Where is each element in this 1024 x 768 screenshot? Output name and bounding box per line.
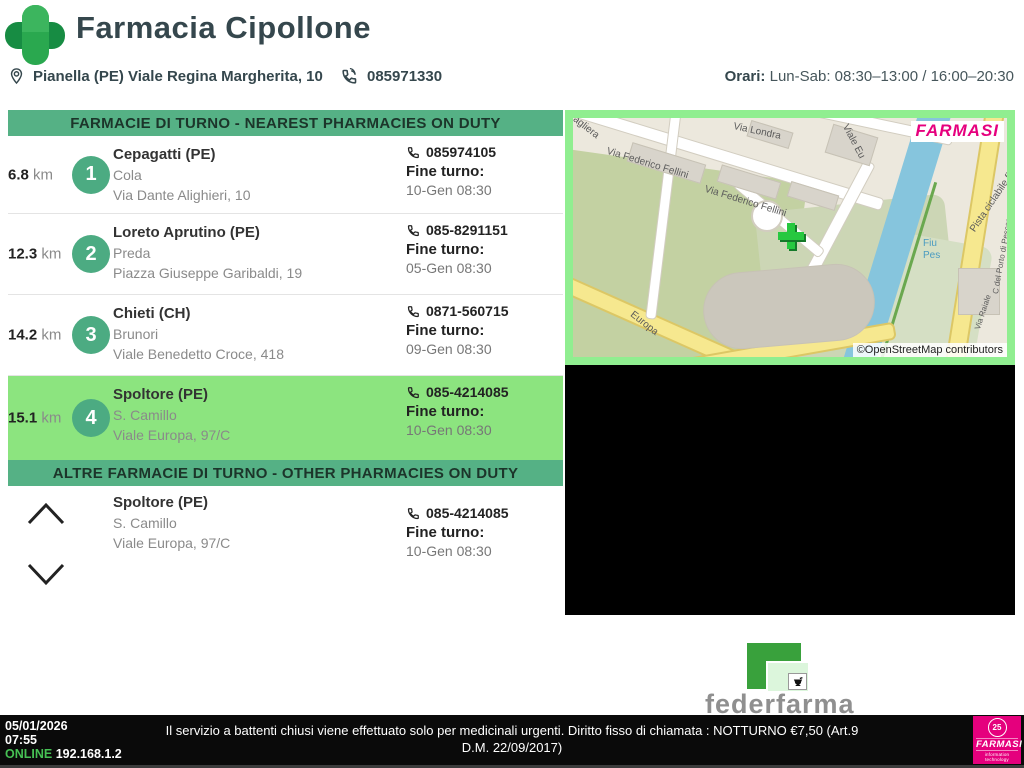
fine-turno-value: 05-Gen 08:30 [406,260,492,276]
fine-turno-value: 10-Gen 08:30 [406,543,492,559]
distance: 6.8 km [8,166,54,183]
pharmacy-phone: 085-4214085 [426,505,509,521]
pharmacy-info: Cepagatti (PE) Cola Via Dante Alighieri,… [113,145,251,205]
map-canvas: agliera Via Federico Fellini Via Federic… [573,118,1007,357]
fine-turno-label: Fine turno: [406,403,485,420]
pharmacy-phone: 085-4214085 [426,384,509,400]
map-panel: agliera Via Federico Fellini Via Federic… [565,110,1015,365]
pharmacy-contact: 0871-560715 Fine turno: 09-Gen 08:30 [406,302,509,359]
farmasi-wordmark: FARMASI [976,738,1023,751]
pharmacy-cross-logo [2,2,68,68]
pharmacy-address: Pianella (PE) Viale Regina Margherita, 1… [33,67,323,85]
distance: 14.2 km [8,326,62,344]
pharmacy-phone: 085974105 [426,144,497,160]
mortar-icon [788,673,807,690]
phone-icon [406,385,421,400]
pharmacy-name: Brunori [113,326,159,342]
phone-icon [406,145,421,160]
fine-turno-label: Fine turno: [406,322,485,339]
pharmacy-info: Loreto Aprutino (PE) Preda Piazza Giusep… [113,223,302,283]
pharmacy-phone: 085971330 [367,67,443,85]
pharmacy-row-3[interactable]: 14.2 km 3 Chieti (CH) Brunori Viale Bene… [8,295,563,376]
fine-turno-value: 10-Gen 08:30 [406,182,492,198]
rank-badge: 3 [72,316,110,354]
phone-icon [406,304,421,319]
pharmacy-contact: 085974105 Fine turno: 10-Gen 08:30 [406,143,496,200]
pharmacy-city: Spoltore (PE) [113,494,209,511]
distance: 15.1 km [8,409,62,427]
pharmacy-street: Viale Benedetto Croce, 418 [113,346,284,362]
nearest-banner: FARMACIE DI TURNO - NEAREST PHARMACIES O… [8,110,563,136]
farmasi-25-badge: 25 [987,718,1007,737]
pharmacy-street: Viale Europa, 97/C [113,427,231,443]
federfarma-logo: federfarma [705,641,935,720]
pharmacy-street: Viale Europa, 97/C [113,535,231,551]
pharmacy-marker-icon [778,223,804,249]
farmasi-footer-logo: 25 FARMASI information technology [973,716,1023,764]
pharmacy-phone: 0871-560715 [426,303,509,319]
distance: 12.3 km [8,245,62,263]
phone-icon [340,67,359,86]
pharmacy-info: Spoltore (PE) S. Camillo Viale Europa, 9… [113,385,230,445]
rank-badge: 2 [72,235,110,273]
farmasi-watermark: FARMASI [910,121,1004,142]
fine-turno-value: 09-Gen 08:30 [406,341,492,357]
status-footer: 05/01/2026 07:55 ONLINE 192.168.1.2 Il s… [0,715,1024,768]
pharmacy-contact: 085-8291151 Fine turno: 05-Gen 08:30 [406,221,508,278]
blank-media-area [565,365,1015,615]
osm-attribution: ©OpenStreetMap contributors [852,343,1007,357]
pharmacy-street: Via Dante Alighieri, 10 [113,187,251,203]
scroll-down-icon[interactable] [26,562,66,588]
pharmacy-city: Spoltore (PE) [113,386,209,403]
ip-address: 192.168.1.2 [55,747,122,761]
rank-badge: 1 [72,155,110,194]
phone-icon [406,223,421,238]
location-pin-icon [8,65,25,87]
pharmacy-city: Loreto Aprutino (PE) [113,224,260,241]
footer-time: 07:55 [5,733,37,747]
opening-hours-value: Lun-Sab: 08:30–13:00 / 16:00–20:30 [765,68,1014,85]
pharmacy-phone: 085-8291151 [426,222,508,238]
pharmacy-contact: 085-4214085 Fine turno: 10-Gen 08:30 [406,383,509,440]
page-title: Farmacia Cipollone [76,10,371,45]
map-river-label: Fiu [923,238,937,249]
pharmacy-contact: 085-4214085 Fine turno: 10-Gen 08:30 [406,504,509,561]
farmasi-tagline: information technology [984,752,1010,762]
pharmacy-name: Preda [113,245,151,261]
pharmacy-row-4-selected[interactable]: 15.1 km 4 Spoltore (PE) S. Camillo Viale… [8,376,563,460]
pharmacy-name: S. Camillo [113,407,177,423]
other-pharmacies-section: Spoltore (PE) S. Camillo Viale Europa, 9… [8,486,563,606]
fine-turno-label: Fine turno: [406,241,485,258]
pharmacy-row-2[interactable]: 12.3 km 2 Loreto Aprutino (PE) Preda Pia… [8,214,563,295]
pharmacy-city: Chieti (CH) [113,305,191,322]
pharmacy-name: Cola [113,167,142,183]
system-status: 05/01/2026 07:55 ONLINE 192.168.1.2 [5,719,122,761]
pharmacy-city: Cepagatti (PE) [113,146,216,163]
pharmacy-phone-row: 085971330 [340,63,442,89]
scroll-up-icon[interactable] [26,500,66,526]
map-street-label: C del Porto di Pescara [991,214,1007,295]
opening-hours: Orari: Lun-Sab: 08:30–13:00 / 16:00–20:3… [725,68,1014,85]
map-river-label: Pes [923,250,941,261]
online-status: ONLINE [5,747,53,761]
other-banner: ALTRE FARMACIE DI TURNO - OTHER PHARMACI… [8,460,563,486]
pharmacy-info: Chieti (CH) Brunori Viale Benedetto Croc… [113,304,284,364]
fine-turno-label: Fine turno: [406,524,485,541]
pharmacy-street: Piazza Giuseppe Garibaldi, 19 [113,265,303,281]
service-message: Il servizio a battenti chiusi viene effe… [165,723,859,755]
footer-date: 05/01/2026 [5,719,68,733]
pharmacy-name: S. Camillo [113,515,177,531]
fine-turno-value: 10-Gen 08:30 [406,422,492,438]
pharmacy-row-1[interactable]: 6.8 km 1 Cepagatti (PE) Cola Via Dante A… [8,136,563,214]
federfarma-mark [705,641,935,691]
fine-turno-label: Fine turno: [406,163,485,180]
pharmacy-address-row: Pianella (PE) Viale Regina Margherita, 1… [8,63,323,89]
opening-hours-label: Orari: [724,68,766,85]
pharmacies-panel: FARMACIE DI TURNO - NEAREST PHARMACIES O… [8,110,563,606]
rank-badge: 4 [72,399,110,437]
pharmacy-info: Spoltore (PE) S. Camillo Viale Europa, 9… [113,493,230,553]
phone-icon [406,506,421,521]
